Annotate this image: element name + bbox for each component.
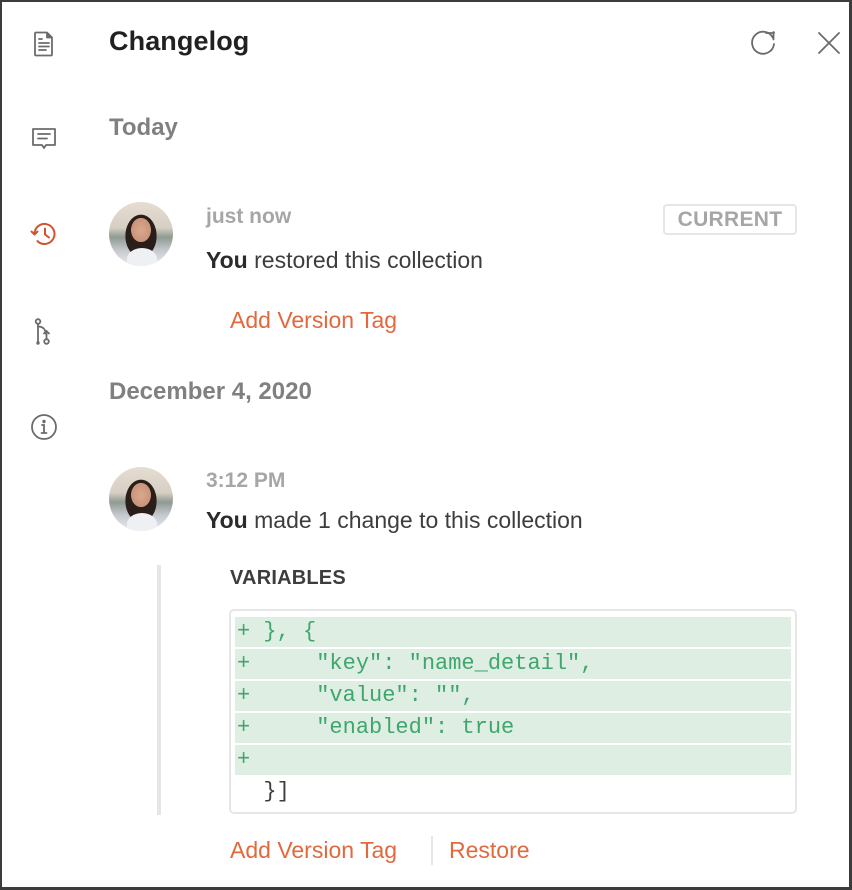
page-title: Changelog: [109, 26, 250, 56]
entry-message: You restored this collection: [206, 247, 483, 274]
diff-line-added: + }, {: [235, 617, 791, 647]
refresh-icon: [751, 30, 775, 55]
entry-timestamp: just now: [206, 205, 292, 228]
entry-timestamp: 3:12 PM: [206, 469, 286, 492]
entry-actor: You: [206, 507, 248, 533]
sidebar-item-changelog[interactable]: [24, 214, 64, 254]
restore-link[interactable]: Restore: [449, 837, 530, 864]
avatar: [109, 467, 173, 531]
document-icon: [34, 31, 53, 57]
sidebar-item-comments[interactable]: [24, 118, 64, 158]
history-icon: [30, 222, 56, 245]
diff-line-added: + "key": "name_detail",: [235, 649, 791, 679]
fork-icon: [34, 318, 50, 345]
add-version-tag-link[interactable]: Add Version Tag: [230, 307, 397, 334]
info-icon: [31, 414, 57, 440]
diff-line-added: + "value": "",: [235, 681, 791, 711]
diff-view: + }, { + "key": "name_detail", + "value"…: [229, 609, 797, 814]
date-group-heading: Today: [109, 114, 178, 141]
entry-actor: You: [206, 247, 248, 273]
change-section-heading: VARIABLES: [230, 567, 346, 589]
action-separator: [431, 836, 433, 865]
date-group-heading: December 4, 2020: [109, 378, 312, 405]
refresh-button[interactable]: [747, 26, 781, 60]
entry-action: made 1 change to this collection: [254, 507, 583, 533]
change-details-divider: [157, 565, 161, 815]
sidebar-item-documentation[interactable]: [24, 24, 64, 64]
current-badge: CURRENT: [663, 204, 797, 235]
sidebar-item-pull-requests[interactable]: [24, 312, 64, 352]
comment-icon: [32, 128, 56, 149]
entry-action: restored this collection: [254, 247, 483, 273]
sidebar-rail: [2, 2, 88, 887]
diff-line-added: + "enabled": true: [235, 713, 791, 743]
close-icon: [818, 32, 840, 54]
entry-message: You made 1 change to this collection: [206, 507, 583, 534]
diff-line-added: +: [235, 745, 791, 775]
sidebar-item-info[interactable]: [24, 407, 64, 447]
diff-line-context: }]: [237, 779, 290, 804]
close-button[interactable]: [812, 26, 846, 60]
changelog-panel: Changelog Today just now CURRENT You res…: [0, 0, 852, 890]
add-version-tag-link[interactable]: Add Version Tag: [230, 837, 397, 864]
avatar: [109, 202, 173, 266]
